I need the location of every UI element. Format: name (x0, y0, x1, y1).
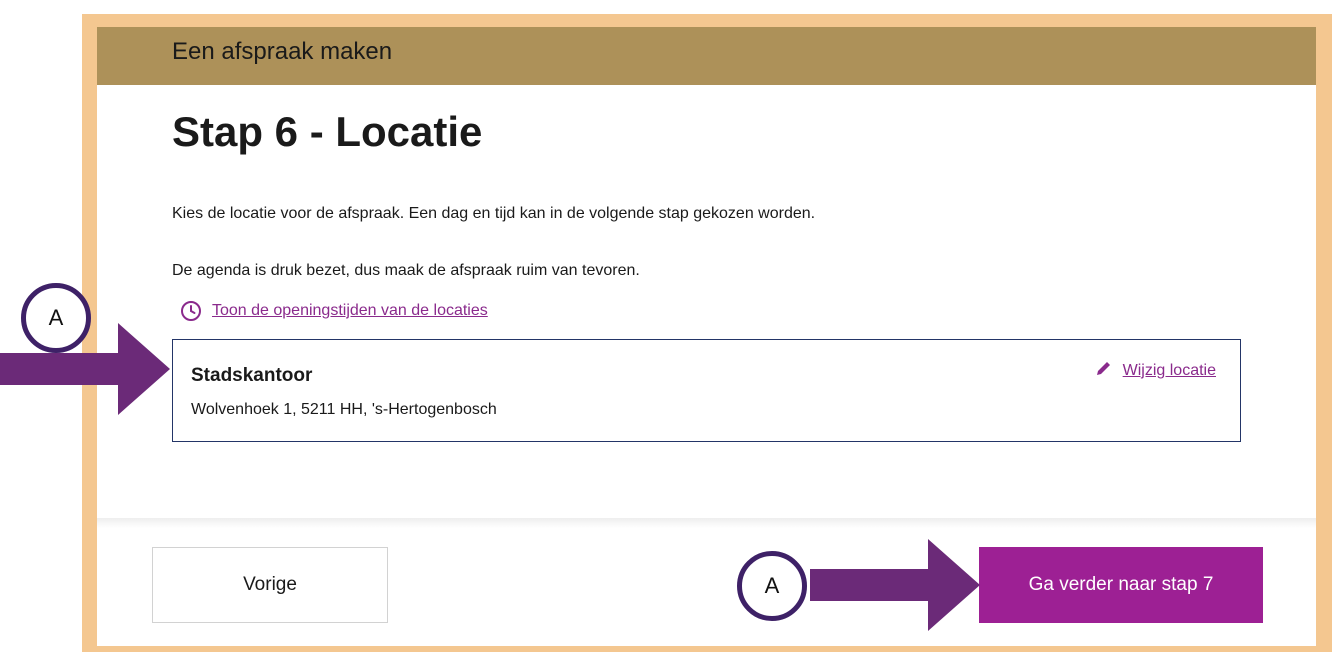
annotation-marker: A (737, 551, 807, 621)
opening-hours-link-label[interactable]: Toon de openingstijden van de locaties (212, 302, 488, 320)
annotation-marker: A (21, 283, 91, 353)
next-step-button[interactable]: Ga verder naar stap 7 (979, 547, 1263, 623)
change-location-link[interactable]: Wijzig locatie (1095, 359, 1216, 382)
footer-divider (97, 518, 1316, 528)
annotation-arrow-icon (810, 539, 980, 631)
opening-hours-link[interactable]: Toon de openingstijden van de locaties (180, 300, 488, 322)
intro-text: Kies de locatie voor de afspraak. Een da… (172, 205, 816, 222)
change-location-label[interactable]: Wijzig locatie (1123, 362, 1216, 380)
pencil-icon (1095, 359, 1113, 382)
notice-text: De agenda is druk bezet, dus maak de afs… (172, 262, 640, 279)
header-title: Een afspraak maken (172, 38, 393, 65)
clock-icon (180, 300, 202, 322)
location-name: Stadskantoor (191, 365, 313, 386)
location-address: Wolvenhoek 1, 5211 HH, 's-Hertogenbosch (191, 401, 497, 418)
page-title: Stap 6 - Locatie (172, 108, 483, 155)
selected-location-card: Stadskantoor Wolvenhoek 1, 5211 HH, 's-H… (172, 339, 1241, 442)
previous-button[interactable]: Vorige (152, 547, 388, 623)
